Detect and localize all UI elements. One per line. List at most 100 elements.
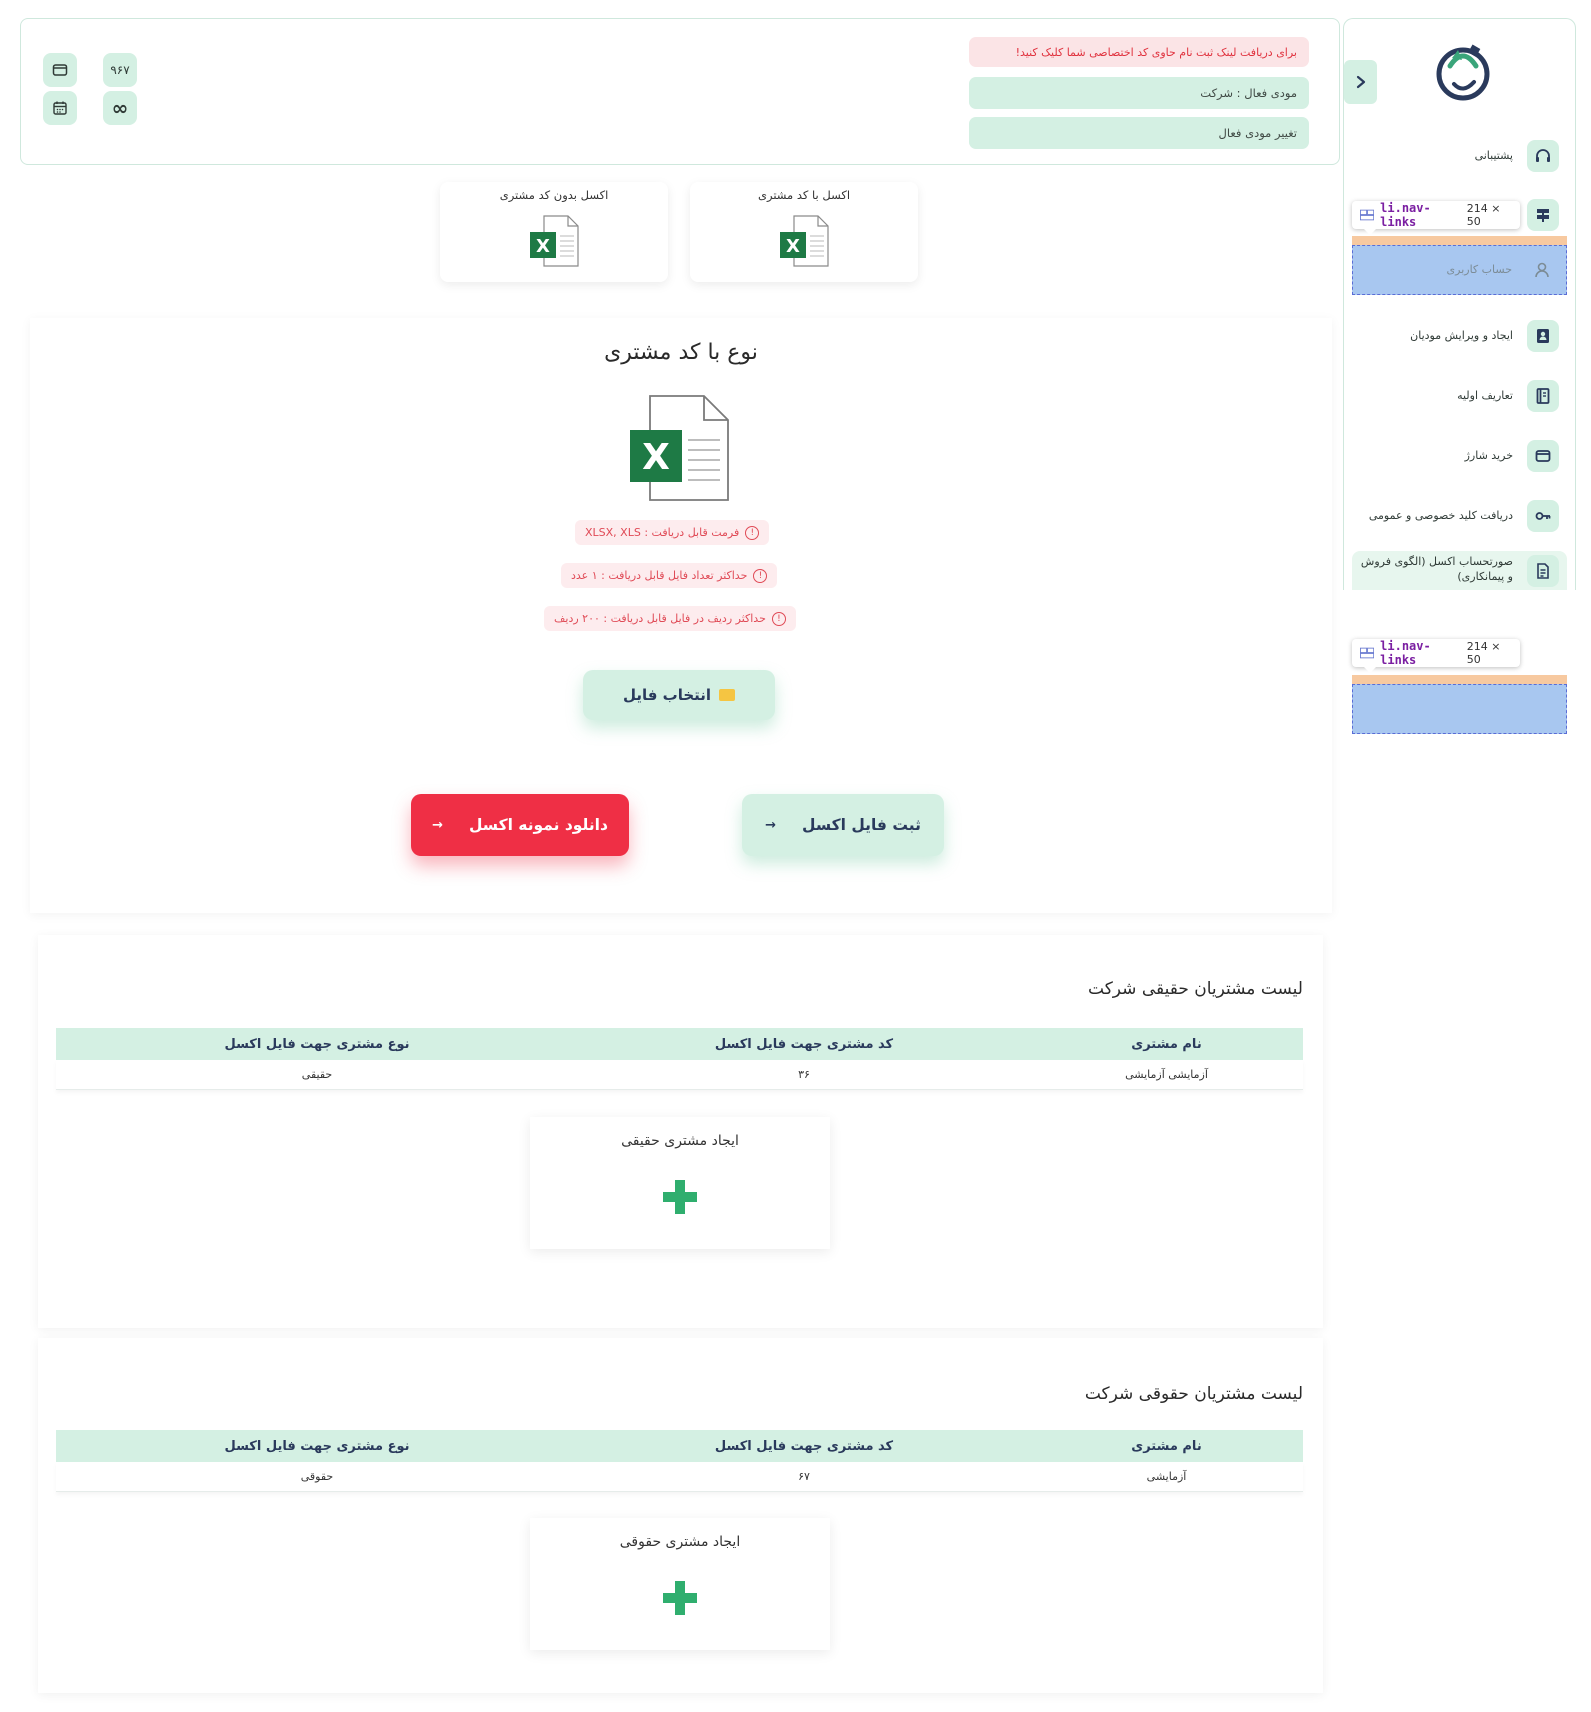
row-limit-info-text: حداکثر ردیف در فایل قابل دریافت : ۲۰۰ رد… [554, 612, 766, 625]
chevron-right-icon [1356, 75, 1365, 89]
headset-icon [1527, 140, 1559, 172]
grid-layout-icon [1360, 647, 1375, 659]
table-cell: ۳۶ [798, 1068, 810, 1081]
key-icon [1527, 500, 1559, 532]
calendar-icon [53, 101, 67, 115]
add-legal-customer-card[interactable]: ایجاد مشتری حقوقی [530, 1518, 830, 1650]
registration-link-text: برای دریافت لینک ثبت نام حاوی کد اختصاصی… [1015, 45, 1297, 59]
table-row[interactable]: آزمایشی ۶۷ حقوقی [56, 1462, 1303, 1492]
wallet-button[interactable] [43, 53, 77, 87]
svg-text:X: X [536, 236, 550, 257]
upload-title: نوع با کد مشتری [604, 340, 758, 365]
add-customer-label: ایجاد مشتری حقیقی [621, 1133, 739, 1149]
sidebar-item-label: پشتیبانی [1474, 148, 1513, 162]
brand-logo [1436, 44, 1490, 101]
excel-file-icon: X [780, 215, 829, 267]
excel-option-label: اکسل بدون کد مشتری [499, 188, 609, 202]
sidebar-item-definitions[interactable]: تعاریف اولیه [1352, 374, 1567, 418]
excel-with-code-card[interactable]: اکسل با کد مشتری X [690, 182, 918, 282]
column-header: کد مشتری جهت فایل اکسل [714, 1438, 894, 1454]
arrow-icon: → [765, 817, 776, 833]
sidebar-item-keys[interactable]: دریافت کلید خصوصی و عمومی [1352, 494, 1567, 538]
infinity-icon: ∞ [111, 96, 129, 120]
format-info: ! فرمت قابل دریافت : XLSX, XLS [575, 520, 770, 545]
sidebar-collapse-button[interactable] [1344, 60, 1377, 104]
table-cell: آزمایشی آزمایشی [1125, 1068, 1208, 1081]
excel-file-icon: X [630, 395, 729, 501]
table-cell: حقوقی [300, 1470, 334, 1483]
real-customers-table: نام مشتری کد مشتری جهت فایل اکسل نوع مشت… [56, 1028, 1303, 1090]
signpost-icon [1527, 199, 1559, 231]
download-sample-button[interactable]: دانلود نمونه اکسل → [411, 794, 629, 856]
unlimited-badge: ∞ [103, 91, 137, 125]
sidebar-item-support[interactable]: پشتیبانی [1352, 134, 1567, 178]
legal-customers-section: لیست مشتریان حقوقی شرکت نام مشتری کد مشت… [38, 1338, 1323, 1693]
table-header: نام مشتری کد مشتری جهت فایل اکسل نوع مشت… [56, 1028, 1303, 1060]
file-count-info-text: حداکثر تعداد فایل قابل دریافت : ۱ عدد [571, 569, 748, 582]
devtools-margin-overlay [1352, 236, 1567, 245]
file-count-info: ! حداکثر تعداد فایل قابل دریافت : ۱ عدد [561, 563, 778, 588]
sidebar-item-signpost[interactable] [1352, 193, 1567, 237]
sidebar-item-excel-invoice[interactable]: صورتحساب اکسل (الگوی فروش و پیمانکاری) [1352, 551, 1567, 590]
devtools-margin-overlay [1352, 675, 1567, 684]
active-taxpayer-badge: مودی فعال : شرکت [969, 77, 1309, 109]
submit-excel-label: ثبت فایل اکسل [802, 816, 921, 834]
plus-icon [663, 1180, 697, 1214]
sidebar-item-label: تعاریف اولیه [1457, 388, 1513, 402]
table-row[interactable]: آزمایشی آزمایشی ۳۶ حقیقی [56, 1060, 1303, 1090]
sidebar-item-label: ایجاد و ویرایش مودیان [1410, 328, 1513, 342]
excel-option-label: اکسل با کد مشتری [757, 188, 851, 202]
excel-file-icon: X [530, 215, 579, 267]
user-icon [1526, 254, 1558, 286]
submit-excel-button[interactable]: ثبت فایل اکسل → [742, 794, 944, 856]
charge-count-badge: ۹۶۷ [103, 53, 137, 87]
sidebar-item-label: خرید شارژ [1464, 448, 1513, 462]
column-header: کد مشتری جهت فایل اکسل [714, 1036, 894, 1052]
real-customers-section: لیست مشتریان حقیقی شرکت نام مشتری کد مشت… [38, 935, 1323, 1328]
column-header: نوع مشتری جهت فایل اکسل [224, 1036, 410, 1052]
add-customer-label: ایجاد مشتری حقوقی [619, 1534, 741, 1550]
info-icon: ! [753, 568, 768, 583]
sidebar-item-label: صورتحساب اکسل (الگوی فروش و پیمانکاری) [1360, 555, 1513, 583]
tooltip-size: 214 × 50 [1466, 640, 1501, 666]
column-header: نوع مشتری جهت فایل اکسل [224, 1438, 410, 1454]
header-card: برای دریافت لینک ثبت نام حاوی کد اختصاصی… [20, 18, 1340, 165]
table-header: نام مشتری کد مشتری جهت فایل اکسل نوع مشت… [56, 1430, 1303, 1462]
sidebar-item-label: دریافت کلید خصوصی و عمومی [1368, 508, 1513, 522]
active-taxpayer-label: مودی فعال : شرکت [1200, 86, 1297, 100]
devtools-element-overlay [1352, 684, 1567, 734]
svg-text:X: X [786, 236, 800, 257]
change-taxpayer-button[interactable]: تغییر مودی فعال [969, 117, 1309, 149]
charge-count-value: ۹۶۷ [110, 63, 130, 77]
document-icon [1527, 555, 1559, 587]
excel-without-code-card[interactable]: اکسل بدون کد مشتری X [440, 182, 668, 282]
contact-book-icon [1527, 320, 1559, 352]
plus-icon [663, 1581, 697, 1615]
add-real-customer-card[interactable]: ایجاد مشتری حقیقی [530, 1117, 830, 1249]
registration-link-alert[interactable]: برای دریافت لینک ثبت نام حاوی کد اختصاصی… [969, 37, 1309, 67]
table-cell: آزمایشی [1146, 1470, 1187, 1483]
svg-text:X: X [642, 437, 670, 478]
wallet-icon [1527, 440, 1559, 472]
folder-icon [719, 689, 736, 701]
sidebar-item-label: حساب کاربری [1446, 262, 1512, 276]
choose-file-button[interactable]: انتخاب فایل [583, 670, 775, 720]
info-icon: ! [771, 611, 786, 626]
legal-customers-table: نام مشتری کد مشتری جهت فایل اکسل نوع مشت… [56, 1430, 1303, 1492]
devtools-inspect-tooltip: li.nav-links 214 × 50 [1352, 639, 1520, 673]
row-limit-info: ! حداکثر ردیف در فایل قابل دریافت : ۲۰۰ … [544, 606, 796, 631]
excel-upload-section: نوع با کد مشتری X ! فرمت قابل دریافت : X… [30, 318, 1332, 913]
table-cell: حقیقی [301, 1068, 333, 1081]
calendar-button[interactable] [43, 91, 77, 125]
table-cell: ۶۷ [798, 1470, 810, 1483]
sidebar-item-buy-charge[interactable]: خرید شارژ [1352, 434, 1567, 478]
download-sample-label: دانلود نمونه اکسل [468, 816, 608, 834]
section-title: لیست مشتریان حقوقی شرکت [1084, 1384, 1303, 1404]
arrow-icon: → [432, 817, 443, 833]
change-taxpayer-label: تغییر مودی فعال [1218, 126, 1297, 140]
sidebar-item-user-account[interactable]: حساب کاربری [1352, 245, 1567, 295]
sidebar-item-taxpayers[interactable]: ایجاد و ویرایش مودیان [1352, 314, 1567, 358]
book-icon [1527, 380, 1559, 412]
info-icon: ! [745, 525, 760, 540]
format-info-text: فرمت قابل دریافت : XLSX, XLS [585, 526, 740, 539]
